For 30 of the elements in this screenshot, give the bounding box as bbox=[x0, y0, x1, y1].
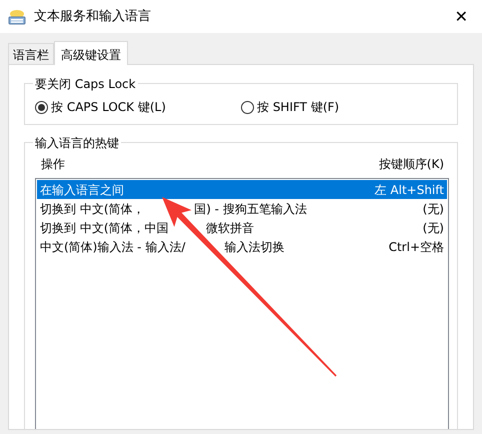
action-text: 国) - 搜狗五笔输入法 bbox=[194, 200, 307, 218]
radio-button[interactable] bbox=[241, 100, 254, 114]
key-sequence: (无) bbox=[422, 200, 444, 218]
group-title: 输入语言的热键 bbox=[33, 134, 121, 152]
radio-label: 按 CAPS LOCK 键(L) bbox=[51, 99, 166, 116]
radio-option[interactable]: 按 SHIFT 键(F) bbox=[241, 98, 447, 116]
window-title: 文本服务和输入语言 bbox=[34, 8, 151, 26]
column-header: 按键顺序(K) bbox=[378, 156, 444, 173]
list-row[interactable]: 中文(简体)输入法 - 输入法/ 输入法切换 Ctrl+空格 bbox=[37, 237, 447, 256]
action-text: 中文(简体)输入法 - 输入法/ bbox=[40, 238, 186, 256]
list-row[interactable]: 切换到 中文(简体，中国 微软拼音 (无) bbox=[37, 218, 447, 237]
action-text: 输入法切换 bbox=[224, 238, 284, 256]
key-sequence: (无) bbox=[422, 220, 444, 236]
list-row[interactable]: 在输入语言之间 左 Alt+Shift bbox=[37, 180, 447, 199]
key-sequence: Ctrl+空格 bbox=[388, 238, 444, 256]
group-title: 要关闭 Caps Lock bbox=[33, 75, 138, 93]
keyboard-icon bbox=[8, 8, 26, 24]
radio-button[interactable] bbox=[35, 100, 48, 114]
action-text: 切换到 中文(简体，中国 bbox=[40, 220, 168, 236]
radio-label: 按 SHIFT 键(F) bbox=[257, 99, 340, 116]
tab[interactable]: 高级键设置 bbox=[54, 41, 128, 65]
action-text: 在输入语言之间 bbox=[40, 182, 124, 198]
key-sequence: 左 Alt+Shift bbox=[374, 182, 444, 198]
action-text: 微软拼音 bbox=[206, 220, 254, 236]
close-button[interactable]: ✕ bbox=[448, 8, 474, 24]
action-text: 切换到 中文(简体， bbox=[40, 200, 144, 218]
column-header: 操作 bbox=[41, 156, 65, 173]
radio-option[interactable]: 按 CAPS LOCK 键(L) bbox=[35, 98, 241, 116]
tab[interactable]: 语言栏 bbox=[8, 43, 54, 64]
list-row[interactable]: 切换到 中文(简体， 国) - 搜狗五笔输入法 (无) bbox=[37, 199, 447, 218]
